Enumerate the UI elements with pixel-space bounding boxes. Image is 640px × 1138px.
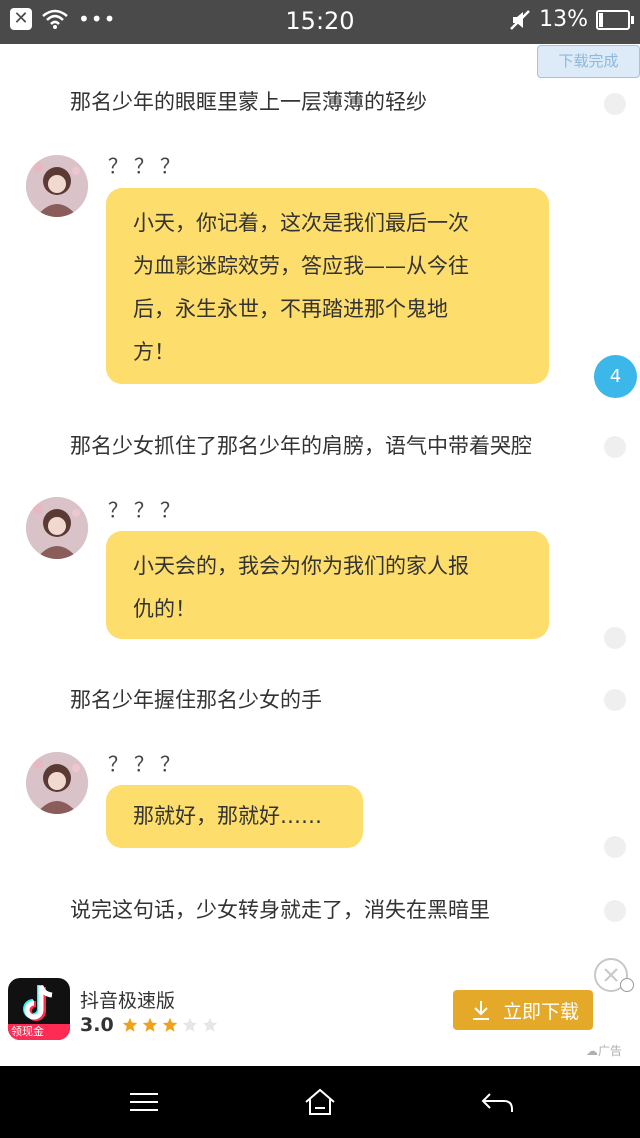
ad-rating: 3.0 [80,1014,218,1036]
speaker-name: ？？？ [108,498,186,522]
star-icon [162,1017,177,1032]
narration-text: 那名少年的眼眶里蒙上一层薄薄的轻纱 [70,90,427,114]
menu-icon [130,1093,158,1111]
comment-dot[interactable] [604,436,626,458]
ad-label: ☁广告 [586,1044,623,1058]
narration-text: 那名少年握住那名少女的手 [70,688,322,712]
douyin-app-icon[interactable]: 领现金 [8,978,70,1040]
back-button[interactable] [478,1086,518,1118]
comment-dot[interactable] [604,627,626,649]
dialog-bubble[interactable]: 小天会的，我会为你为我们的家人报 仇的！ [106,531,549,639]
rating-score: 3.0 [80,1014,114,1036]
download-button-label: 立即下载 [503,1000,580,1023]
battery-percent: 13% [539,7,588,32]
avatar[interactable] [26,752,88,814]
home-button[interactable] [300,1086,340,1118]
ad-banner[interactable]: 领现金 抖音极速版 3.0 立即下载 ☁广告 [0,958,640,1066]
comment-dot[interactable] [604,900,626,922]
narration-text: 那名少女抓住了那名少年的肩膀，语气中带着哭腔 [70,434,532,458]
star-icon [122,1017,137,1032]
battery-icon [596,9,634,30]
star-icon [182,1017,197,1032]
ad-info-icon[interactable] [620,978,634,992]
star-icon [142,1017,157,1032]
system-nav-bar [0,1066,640,1138]
bubble-line: 小天会的，我会为你为我们的家人报 [133,554,469,578]
comment-dot[interactable] [604,689,626,711]
comment-count-badge[interactable]: 4 [594,355,637,398]
bubble-line: 后，永生永世，不再踏进那个鬼地 [133,297,448,321]
bubble-line: 小天，你记着，这次是我们最后一次 [133,211,469,235]
comment-dot[interactable] [604,93,626,115]
mute-icon [510,9,530,30]
avatar[interactable] [26,155,88,217]
bubble-line: 那就好，那就好…… [133,804,322,828]
avatar[interactable] [26,497,88,559]
speaker-name: ？？？ [108,752,186,776]
speaker-name: ？？？ [108,154,186,178]
bubble-line: 为血影迷踪效劳，答应我——从今往 [133,254,469,278]
star-icon [202,1017,217,1032]
download-icon [473,1001,489,1020]
bubble-line: 仇的！ [133,597,196,621]
dialog-bubble[interactable]: 那就好，那就好…… [106,785,363,848]
status-bar: ✕ ••• 15:20 13% [0,0,640,44]
back-icon [481,1093,513,1112]
download-button[interactable]: 立即下载 [453,990,593,1030]
ad-app-name: 抖音极速版 [80,990,176,1012]
download-complete-badge[interactable]: 下载完成 [537,45,640,78]
bubble-line: 方！ [133,340,175,364]
menu-button[interactable] [124,1086,164,1118]
comment-dot[interactable] [604,836,626,858]
icon-tag: 领现金 [8,1024,70,1040]
dialog-bubble[interactable]: 小天，你记着，这次是我们最后一次 为血影迷踪效劳，答应我——从今往 后，永生永世… [106,188,549,384]
home-icon [305,1088,335,1115]
narration-text: 说完这句话，少女转身就走了，消失在黑暗里 [70,898,490,922]
